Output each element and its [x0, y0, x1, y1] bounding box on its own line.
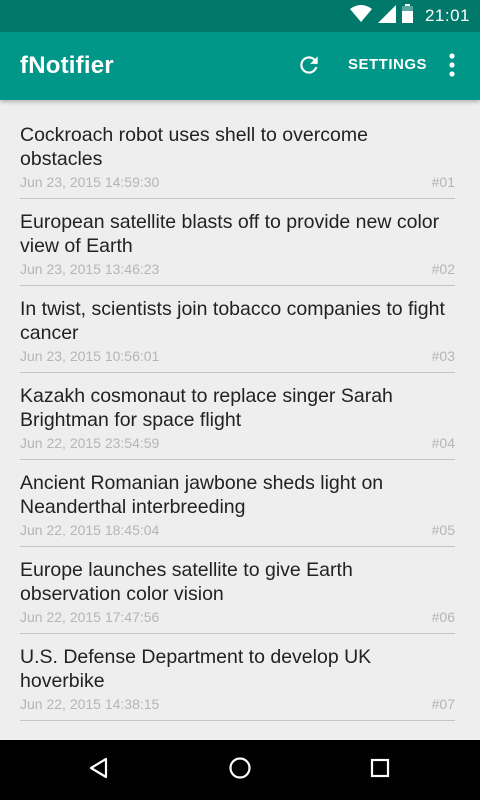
news-date: Jun 22, 2015 17:47:56 [20, 609, 160, 625]
recents-button[interactable] [364, 754, 396, 786]
back-button[interactable] [83, 754, 115, 786]
news-number: #06 [431, 609, 455, 625]
news-number: #07 [431, 696, 455, 712]
news-title: U.S. Defense Department to develop UK ho… [20, 646, 372, 692]
back-icon [87, 756, 111, 785]
news-title: In twist, scientists join tobacco compan… [20, 298, 445, 344]
signal-icon [377, 4, 396, 28]
news-date: Jun 22, 2015 14:38:15 [20, 696, 160, 712]
app-title: fNotifier [20, 52, 114, 79]
list-item[interactable]: Cockroach robot uses shell to overcome o… [20, 112, 455, 199]
more-vert-icon [449, 52, 455, 82]
list-item[interactable]: Kazakh cosmonaut to replace singer Sarah… [20, 373, 455, 460]
wifi-icon [349, 4, 372, 28]
home-button[interactable] [224, 754, 256, 786]
list-item[interactable]: Ancient Romanian jawbone sheds light on … [20, 460, 455, 547]
news-title: Kazakh cosmonaut to replace singer Sarah… [20, 385, 393, 431]
news-date: Jun 23, 2015 14:59:30 [20, 174, 160, 190]
recents-icon [368, 756, 392, 785]
news-list[interactable]: Cockroach robot uses shell to overcome o… [0, 100, 480, 740]
list-item[interactable]: In twist, scientists join tobacco compan… [20, 286, 455, 373]
navigation-bar [0, 740, 480, 800]
news-title: Cockroach robot uses shell to overcome o… [20, 124, 368, 170]
news-date: Jun 23, 2015 10:56:01 [20, 348, 160, 364]
status-bar: 21:01 [0, 0, 480, 32]
settings-button[interactable]: SETTINGS [348, 56, 427, 73]
news-number: #04 [431, 435, 455, 451]
list-item[interactable]: Europe launches satellite to give Earth … [20, 547, 455, 634]
battery-icon [401, 4, 413, 28]
news-title: European satellite blasts off to provide… [20, 211, 440, 257]
news-title: Europe launches satellite to give Earth … [20, 559, 353, 605]
refresh-icon [296, 52, 322, 83]
list-item[interactable]: U.S. Defense Department to develop UK ho… [20, 634, 455, 721]
list-item[interactable]: European satellite blasts off to provide… [20, 199, 455, 286]
news-title: Ancient Romanian jawbone sheds light on … [20, 472, 384, 518]
overflow-menu-button[interactable] [442, 52, 462, 82]
news-date: Jun 23, 2015 13:46:23 [20, 261, 160, 277]
news-number: #03 [431, 348, 455, 364]
app-bar: fNotifier SETTINGS [0, 32, 480, 100]
news-date: Jun 22, 2015 23:54:59 [20, 435, 160, 451]
news-number: #05 [431, 522, 455, 538]
news-number: #02 [431, 261, 455, 277]
refresh-button[interactable] [294, 52, 324, 82]
news-date: Jun 22, 2015 18:45:04 [20, 522, 160, 538]
news-number: #01 [431, 174, 455, 190]
status-icons: 21:01 [349, 0, 470, 32]
home-icon [228, 756, 252, 785]
status-time: 21:01 [424, 6, 470, 25]
